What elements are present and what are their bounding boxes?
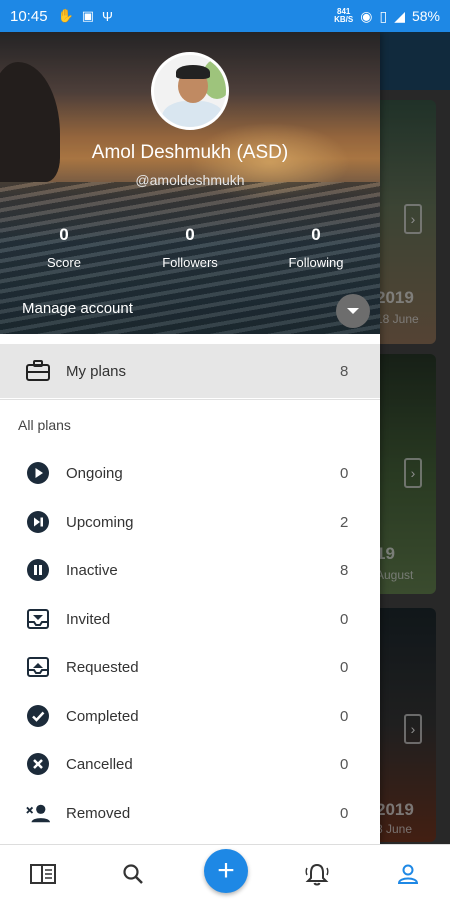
profile-name: Amol Deshmukh (ASD) [91, 142, 289, 163]
manage-account-label[interactable]: Manage account [22, 300, 133, 317]
menu-item-count: 0 [340, 707, 349, 725]
search-icon[interactable] [120, 861, 146, 887]
hand-icon: ✋ [57, 8, 74, 23]
pause-circle-icon [26, 558, 50, 582]
manage-account-dropdown-button[interactable] [336, 294, 370, 328]
chevron-down-icon [347, 308, 359, 314]
menu-item-count: 0 [340, 464, 349, 482]
profile-header: Amol Deshmukh (ASD) @amoldeshmukh 0 Scor… [0, 32, 380, 334]
book-icon[interactable] [30, 861, 56, 887]
signal-icon: ◢ [394, 7, 405, 24]
menu-item-invited[interactable]: Invited 0 [0, 595, 380, 643]
inbox-out-icon [26, 655, 50, 679]
bottom-navigation: + [0, 844, 450, 900]
add-icon[interactable]: + [204, 849, 248, 893]
stat-followers[interactable]: 0 Followers [140, 225, 240, 270]
menu-item-count: 0 [340, 610, 349, 628]
menu-item-count: 0 [340, 658, 349, 676]
stat-label: Score [47, 255, 81, 270]
menu-item-label: Inactive [66, 561, 118, 579]
status-bar: 10:45 ✋ ▣ Ψ 841 KB/S ◉ ▯ ◢ 58% [0, 0, 450, 32]
menu-item-my-plans[interactable]: My plans 8 [0, 344, 380, 398]
check-circle-icon [26, 704, 50, 728]
menu-item-label: Cancelled [66, 755, 133, 773]
stat-score[interactable]: 0 Score [14, 225, 114, 270]
all-plans-heading: All plans [18, 417, 71, 433]
menu-item-label: Completed [66, 707, 139, 725]
menu-item-label: My plans [66, 362, 127, 380]
hotspot-icon: ◉ [360, 7, 373, 24]
skip-next-circle-icon [26, 510, 50, 534]
notifications-icon[interactable] [304, 861, 330, 887]
menu-item-count: 2 [340, 513, 349, 531]
menu-item-count: 8 [340, 561, 349, 579]
net-speed: 841 KB/S [334, 7, 354, 24]
profile-icon[interactable] [395, 861, 421, 887]
status-time: 10:45 [10, 7, 48, 25]
play-circle-icon [26, 461, 50, 485]
navigation-drawer: Amol Deshmukh (ASD) @amoldeshmukh 0 Scor… [0, 32, 380, 844]
stat-value: 0 [185, 225, 195, 244]
stat-value: 0 [311, 225, 321, 244]
profile-handle: @amoldeshmukh [135, 172, 245, 188]
menu-item-label: Invited [66, 610, 111, 628]
menu-item-ongoing[interactable]: Ongoing 0 [0, 449, 380, 497]
divider [0, 399, 380, 400]
menu-item-requested[interactable]: Requested 0 [0, 643, 380, 691]
battery-percent: 58% [411, 8, 440, 24]
menu-item-count: 8 [340, 362, 349, 380]
stat-following[interactable]: 0 Following [266, 225, 366, 270]
stat-value: 0 [59, 225, 69, 244]
cancel-circle-icon [26, 752, 50, 776]
stat-label: Followers [162, 255, 218, 270]
briefcase-icon [26, 359, 50, 383]
menu-item-removed[interactable]: Removed 0 [0, 789, 380, 837]
usb-icon: Ψ [102, 8, 113, 24]
remove-person-icon [26, 801, 50, 825]
vibrate-icon: ▯ [379, 7, 388, 24]
menu-item-label: Requested [66, 658, 139, 676]
menu-item-count: 0 [340, 804, 349, 822]
avatar[interactable] [151, 52, 229, 130]
menu-item-completed[interactable]: Completed 0 [0, 692, 380, 740]
image-icon: ▣ [81, 8, 95, 23]
menu-item-inactive[interactable]: Inactive 8 [0, 546, 380, 594]
menu-item-upcoming[interactable]: Upcoming 2 [0, 498, 380, 546]
status-notification-icons: ✋ ▣ Ψ [58, 8, 113, 24]
menu-item-label: Ongoing [66, 464, 123, 482]
inbox-in-icon [26, 607, 50, 631]
status-system-icons: 841 KB/S ◉ ▯ ◢ 58% [334, 8, 440, 25]
menu-item-cancelled[interactable]: Cancelled 0 [0, 740, 380, 788]
menu-item-count: 0 [340, 755, 349, 773]
menu-item-label: Removed [66, 804, 131, 822]
stat-label: Following [288, 255, 344, 270]
menu-item-label: Upcoming [66, 513, 134, 531]
